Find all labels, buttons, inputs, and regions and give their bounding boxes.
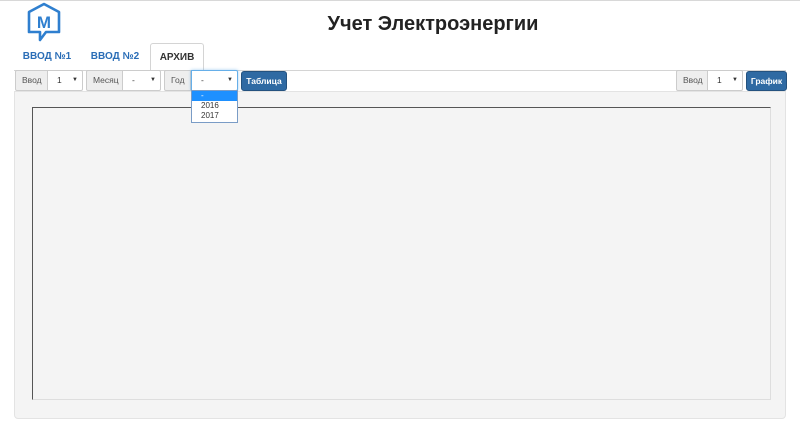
tab-input-2[interactable]: ВВОД №2 (82, 43, 148, 70)
right-input-label: Ввод (676, 70, 708, 91)
month-select[interactable]: - ▼ (123, 70, 161, 91)
caret-down-icon: ▼ (732, 77, 738, 83)
year-select[interactable]: - ▼ (191, 70, 238, 91)
year-dropdown-list: - 2016 2017 (191, 90, 238, 123)
page-title: Учет Электроэнергии (327, 13, 539, 35)
caret-down-icon: ▼ (150, 77, 156, 83)
tab-input-1[interactable]: ВВОД №1 (14, 43, 80, 70)
input-select-value: 1 (57, 75, 62, 85)
table-button[interactable]: Таблица (241, 71, 287, 91)
top-border (0, 0, 800, 1)
input-select-group: Ввод 1 ▼ (15, 70, 83, 91)
year-label: Год (164, 70, 191, 91)
year-option-2017[interactable]: 2017 (192, 111, 237, 121)
input-select[interactable]: 1 ▼ (48, 70, 83, 91)
year-option-2016[interactable]: 2016 (192, 101, 237, 111)
year-option-none[interactable]: - (192, 91, 237, 101)
month-label: Месяц (86, 70, 123, 91)
caret-down-icon: ▼ (227, 77, 233, 83)
year-select-group: Год - ▼ (164, 70, 238, 91)
graph-button[interactable]: График (746, 71, 787, 91)
right-input-select[interactable]: 1 ▼ (708, 70, 743, 91)
year-select-value: - (201, 75, 204, 85)
right-input-select-value: 1 (717, 75, 722, 85)
month-select-value: - (132, 75, 135, 85)
chart-area (32, 107, 771, 400)
right-input-select-group: Ввод 1 ▼ (676, 70, 743, 91)
month-select-group: Месяц - ▼ (86, 70, 161, 91)
caret-down-icon: ▼ (72, 77, 78, 83)
input-label: Ввод (15, 70, 48, 91)
tab-archive[interactable]: АРХИВ (150, 43, 204, 71)
